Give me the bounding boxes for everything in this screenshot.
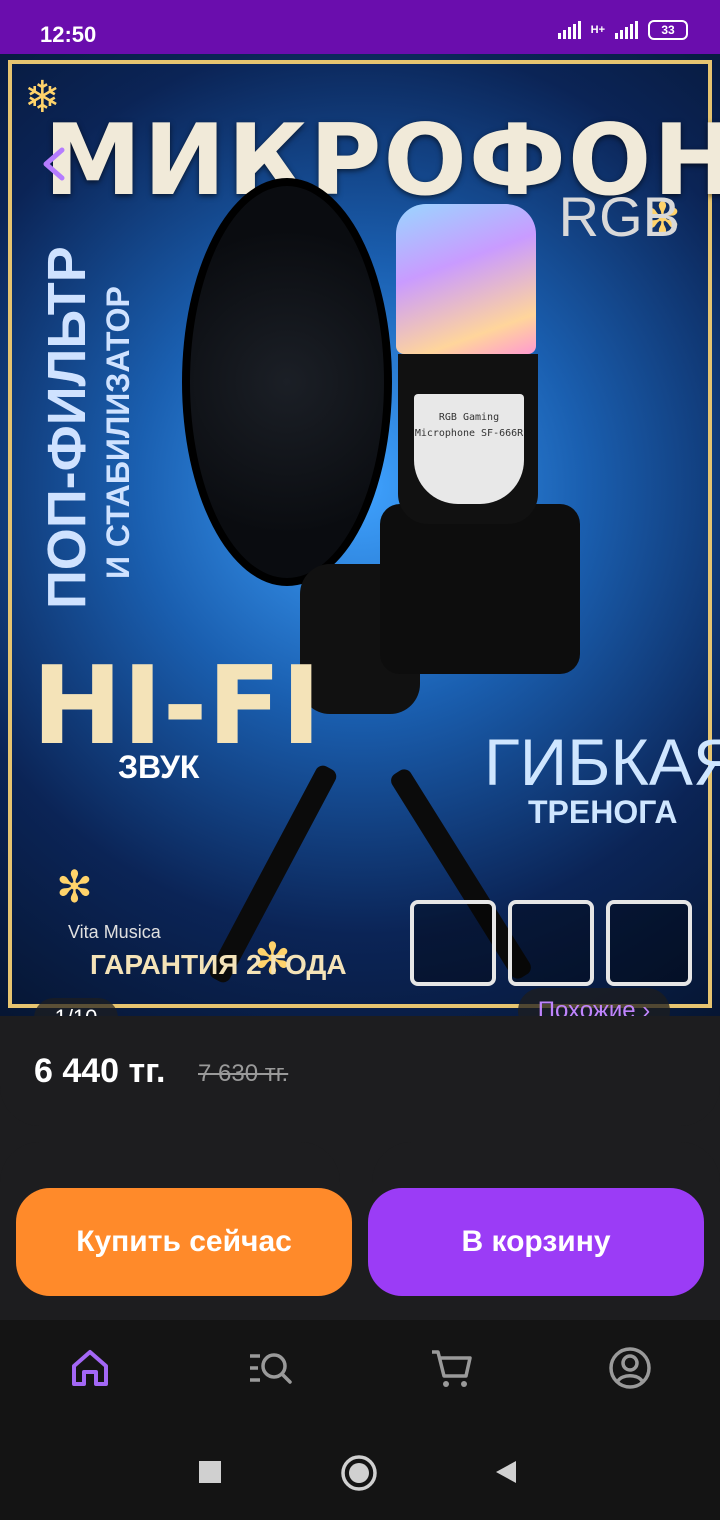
- windows-icon: [606, 900, 692, 986]
- similar-button[interactable]: Похожие ›: [518, 988, 670, 1016]
- status-bar: 12:50 H+ 33: [0, 0, 720, 54]
- sound-text: ЗВУК: [118, 749, 200, 785]
- bottom-nav: [0, 1320, 720, 1420]
- buy-now-button[interactable]: Купить сейчас: [16, 1188, 352, 1296]
- battery-icon: 33: [648, 20, 688, 40]
- old-price: 7 630 тг.: [198, 1060, 289, 1087]
- status-indicators: H+ 33: [557, 20, 688, 40]
- home-icon[interactable]: [66, 1344, 114, 1392]
- snowflake-icon: ✻: [56, 863, 93, 912]
- rgb-text: RGB: [558, 185, 680, 248]
- system-nav-bar: [0, 1420, 720, 1520]
- back-icon[interactable]: [492, 1458, 520, 1486]
- back-arrow-icon[interactable]: [36, 144, 76, 184]
- xbox-icon: [508, 900, 594, 986]
- signal-icon-2: [615, 21, 638, 39]
- pop-filter-text: ПОП-ФИЛЬТР: [37, 246, 97, 609]
- cart-icon[interactable]: [428, 1344, 476, 1392]
- catalog-search-icon[interactable]: [246, 1344, 294, 1392]
- flexible-text: ГИБКАЯ: [484, 725, 720, 799]
- pop-filter: [182, 178, 392, 586]
- mic-rgb-head: [396, 204, 536, 354]
- tripod-text: ТРЕНОГА: [528, 794, 678, 830]
- status-time: 12:50: [40, 22, 97, 47]
- stabilizer-text: И СТАБИЛИЗАТОР: [100, 286, 136, 579]
- price: 6 440 тг.: [34, 1052, 166, 1090]
- mic-label: RGB Gaming Microphone SF-666R: [414, 394, 524, 504]
- product-image[interactable]: ❄ ✻ ✻ ✻ МИКРОФОН RGB RGB Gaming Micropho…: [0, 54, 720, 1016]
- shock-mount: [380, 504, 580, 674]
- playstation-icon: [410, 900, 496, 986]
- signal-icon: [557, 21, 581, 39]
- home-button-icon[interactable]: [340, 1454, 378, 1492]
- image-counter: 1/10: [34, 998, 118, 1016]
- brand-text: Vita Musica: [68, 922, 161, 942]
- profile-icon[interactable]: [606, 1344, 654, 1392]
- warranty-text: ГАРАНТИЯ 2 ГОДА: [90, 949, 347, 980]
- add-to-cart-button[interactable]: В корзину: [368, 1188, 704, 1296]
- recent-apps-icon[interactable]: [196, 1458, 224, 1486]
- network-type: H+: [590, 24, 605, 36]
